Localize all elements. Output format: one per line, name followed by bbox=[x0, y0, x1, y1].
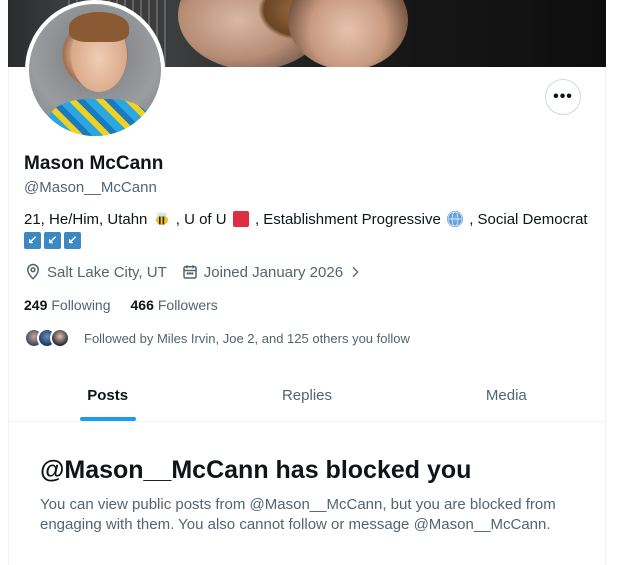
blocked-notice: @Mason__McCann has blocked you You can v… bbox=[40, 455, 580, 535]
map-pin-icon bbox=[26, 263, 40, 280]
follow-stats: 249 Following 466 Followers bbox=[24, 297, 238, 313]
followed-by[interactable]: Followed by Miles Irvin, Joe 2, and 125 … bbox=[24, 326, 410, 350]
bio-text-4: , Social Democrat bbox=[469, 211, 588, 228]
arrow-down-left-icon: ↙ bbox=[44, 232, 61, 249]
location-item: Salt Lake City, UT bbox=[24, 263, 167, 281]
profile-bio: 21, He/Him, Utahn , U of U , Establishme… bbox=[24, 210, 594, 233]
profile-tabs: Posts Replies Media bbox=[8, 370, 606, 422]
following-link[interactable]: 249 Following bbox=[24, 297, 111, 313]
banner-person-2 bbox=[288, 0, 408, 67]
arrow-down-left-icon: ↙ bbox=[24, 232, 41, 249]
joined-text: Joined January 2026 bbox=[203, 263, 344, 281]
following-label: Following bbox=[51, 297, 111, 313]
avatar-hair bbox=[69, 12, 129, 42]
tab-posts[interactable]: Posts bbox=[8, 370, 207, 421]
bee-emoji bbox=[154, 211, 170, 233]
followed-by-avatars bbox=[24, 326, 80, 350]
profile-name: Mason McCann bbox=[24, 153, 164, 174]
bio-arrow-emojis: ↙ ↙ ↙ bbox=[24, 232, 81, 249]
bio-text-2: , U of U bbox=[175, 211, 227, 228]
blocked-title: @Mason__McCann has blocked you bbox=[40, 456, 472, 484]
mini-avatar bbox=[50, 328, 70, 348]
profile-avatar[interactable] bbox=[25, 0, 165, 140]
calendar-icon bbox=[183, 265, 197, 279]
more-options-button[interactable]: ••• bbox=[545, 79, 581, 115]
bio-text-3: , Establishment Progressive bbox=[254, 211, 441, 228]
followers-count: 466 bbox=[130, 297, 154, 313]
profile-meta: Salt Lake City, UT Joined January 2026 bbox=[24, 263, 382, 281]
active-tab-indicator bbox=[79, 417, 136, 421]
following-count: 249 bbox=[24, 297, 48, 313]
joined-item[interactable]: Joined January 2026 bbox=[181, 263, 368, 281]
avatar-shirt bbox=[49, 99, 149, 136]
tab-label: Posts bbox=[87, 387, 129, 404]
red-square-emoji bbox=[232, 211, 249, 227]
tab-replies[interactable]: Replies bbox=[207, 370, 406, 421]
followers-link[interactable]: 466 Followers bbox=[131, 297, 218, 313]
followed-by-text: Followed by Miles Irvin, Joe 2, and 125 … bbox=[84, 330, 410, 346]
tab-media[interactable]: Media bbox=[407, 370, 606, 421]
chevron-right-icon bbox=[352, 266, 359, 278]
arrow-down-left-icon: ↙ bbox=[64, 232, 81, 249]
blocked-message: You can view public posts from @Mason__M… bbox=[40, 496, 556, 533]
profile-handle: @Mason__McCann bbox=[24, 179, 157, 196]
bio-text-1: 21, He/Him, Utahn bbox=[24, 211, 148, 228]
globe-emoji bbox=[447, 211, 464, 227]
followers-label: Followers bbox=[157, 297, 218, 313]
tab-label: Replies bbox=[281, 387, 332, 404]
location-text: Salt Lake City, UT bbox=[47, 263, 167, 281]
tab-label: Media bbox=[485, 387, 527, 404]
